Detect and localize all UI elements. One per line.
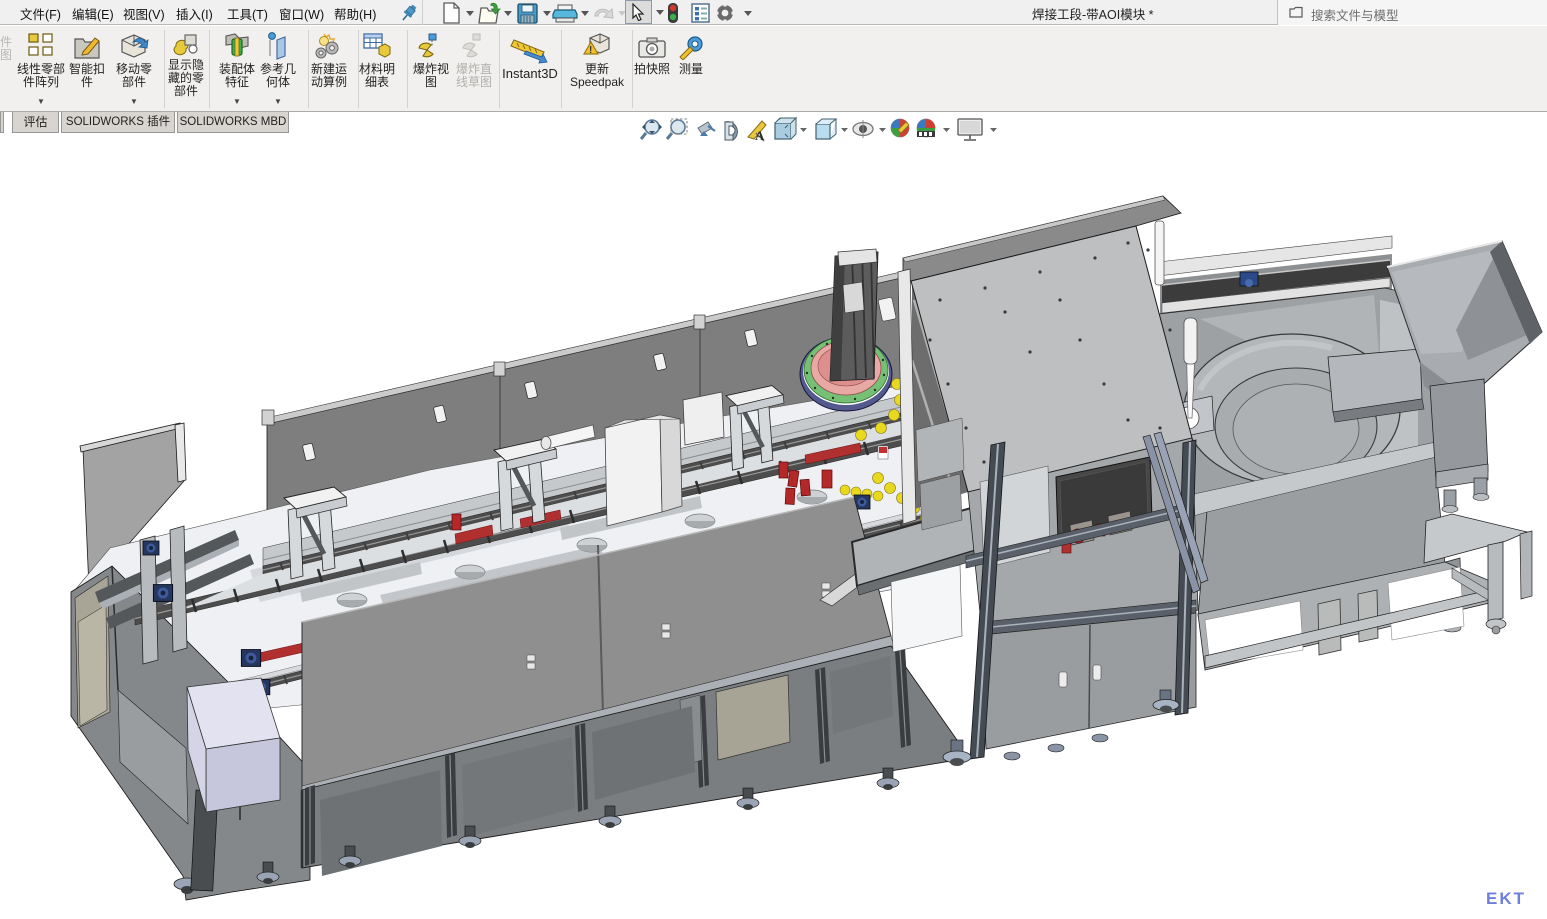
- svg-text:!: !: [589, 45, 592, 56]
- svg-text:A: A: [755, 128, 765, 143]
